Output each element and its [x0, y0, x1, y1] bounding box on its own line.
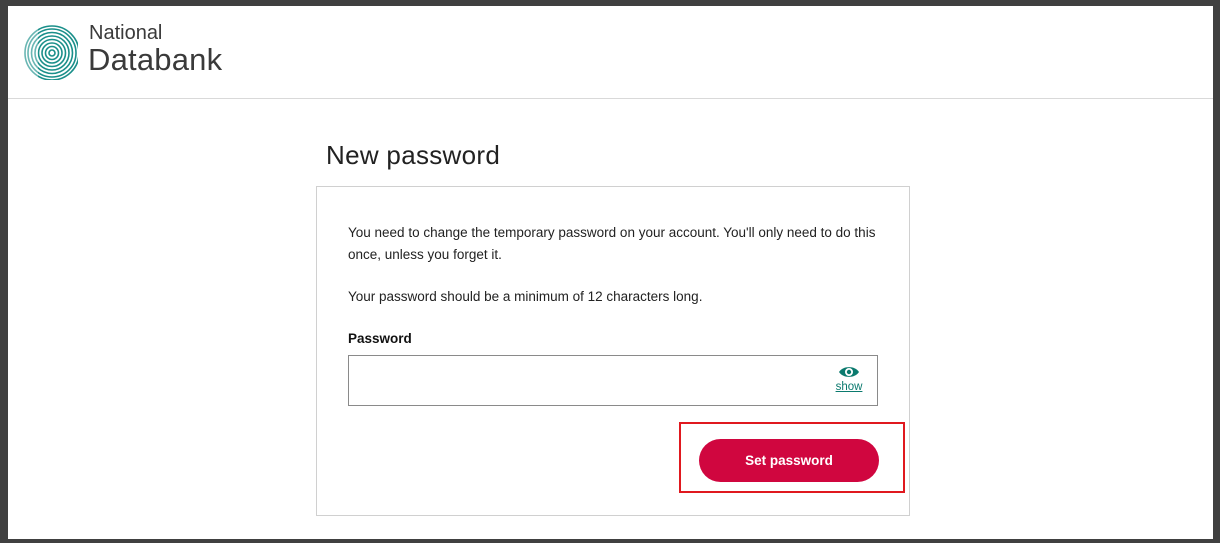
- app-frame: National Databank New password You need …: [0, 0, 1220, 543]
- password-input[interactable]: [349, 356, 819, 405]
- set-password-button[interactable]: Set password: [699, 439, 879, 482]
- password-field: show: [348, 355, 878, 406]
- brand-name-bottom: Databank: [88, 42, 223, 77]
- intro-text: You need to change the temporary passwor…: [348, 225, 876, 262]
- fingerprint-icon: [20, 22, 78, 80]
- page-title: New password: [326, 140, 501, 170]
- password-label: Password: [348, 331, 412, 346]
- show-label[interactable]: show: [829, 381, 869, 393]
- brand-name-top: National: [89, 22, 163, 44]
- password-card: You need to change the temporary passwor…: [316, 186, 910, 516]
- site-header: National Databank: [8, 6, 1213, 99]
- eye-icon: [839, 367, 859, 377]
- show-password-toggle[interactable]: show: [829, 364, 869, 400]
- requirement-text: Your password should be a minimum of 12 …: [348, 289, 703, 304]
